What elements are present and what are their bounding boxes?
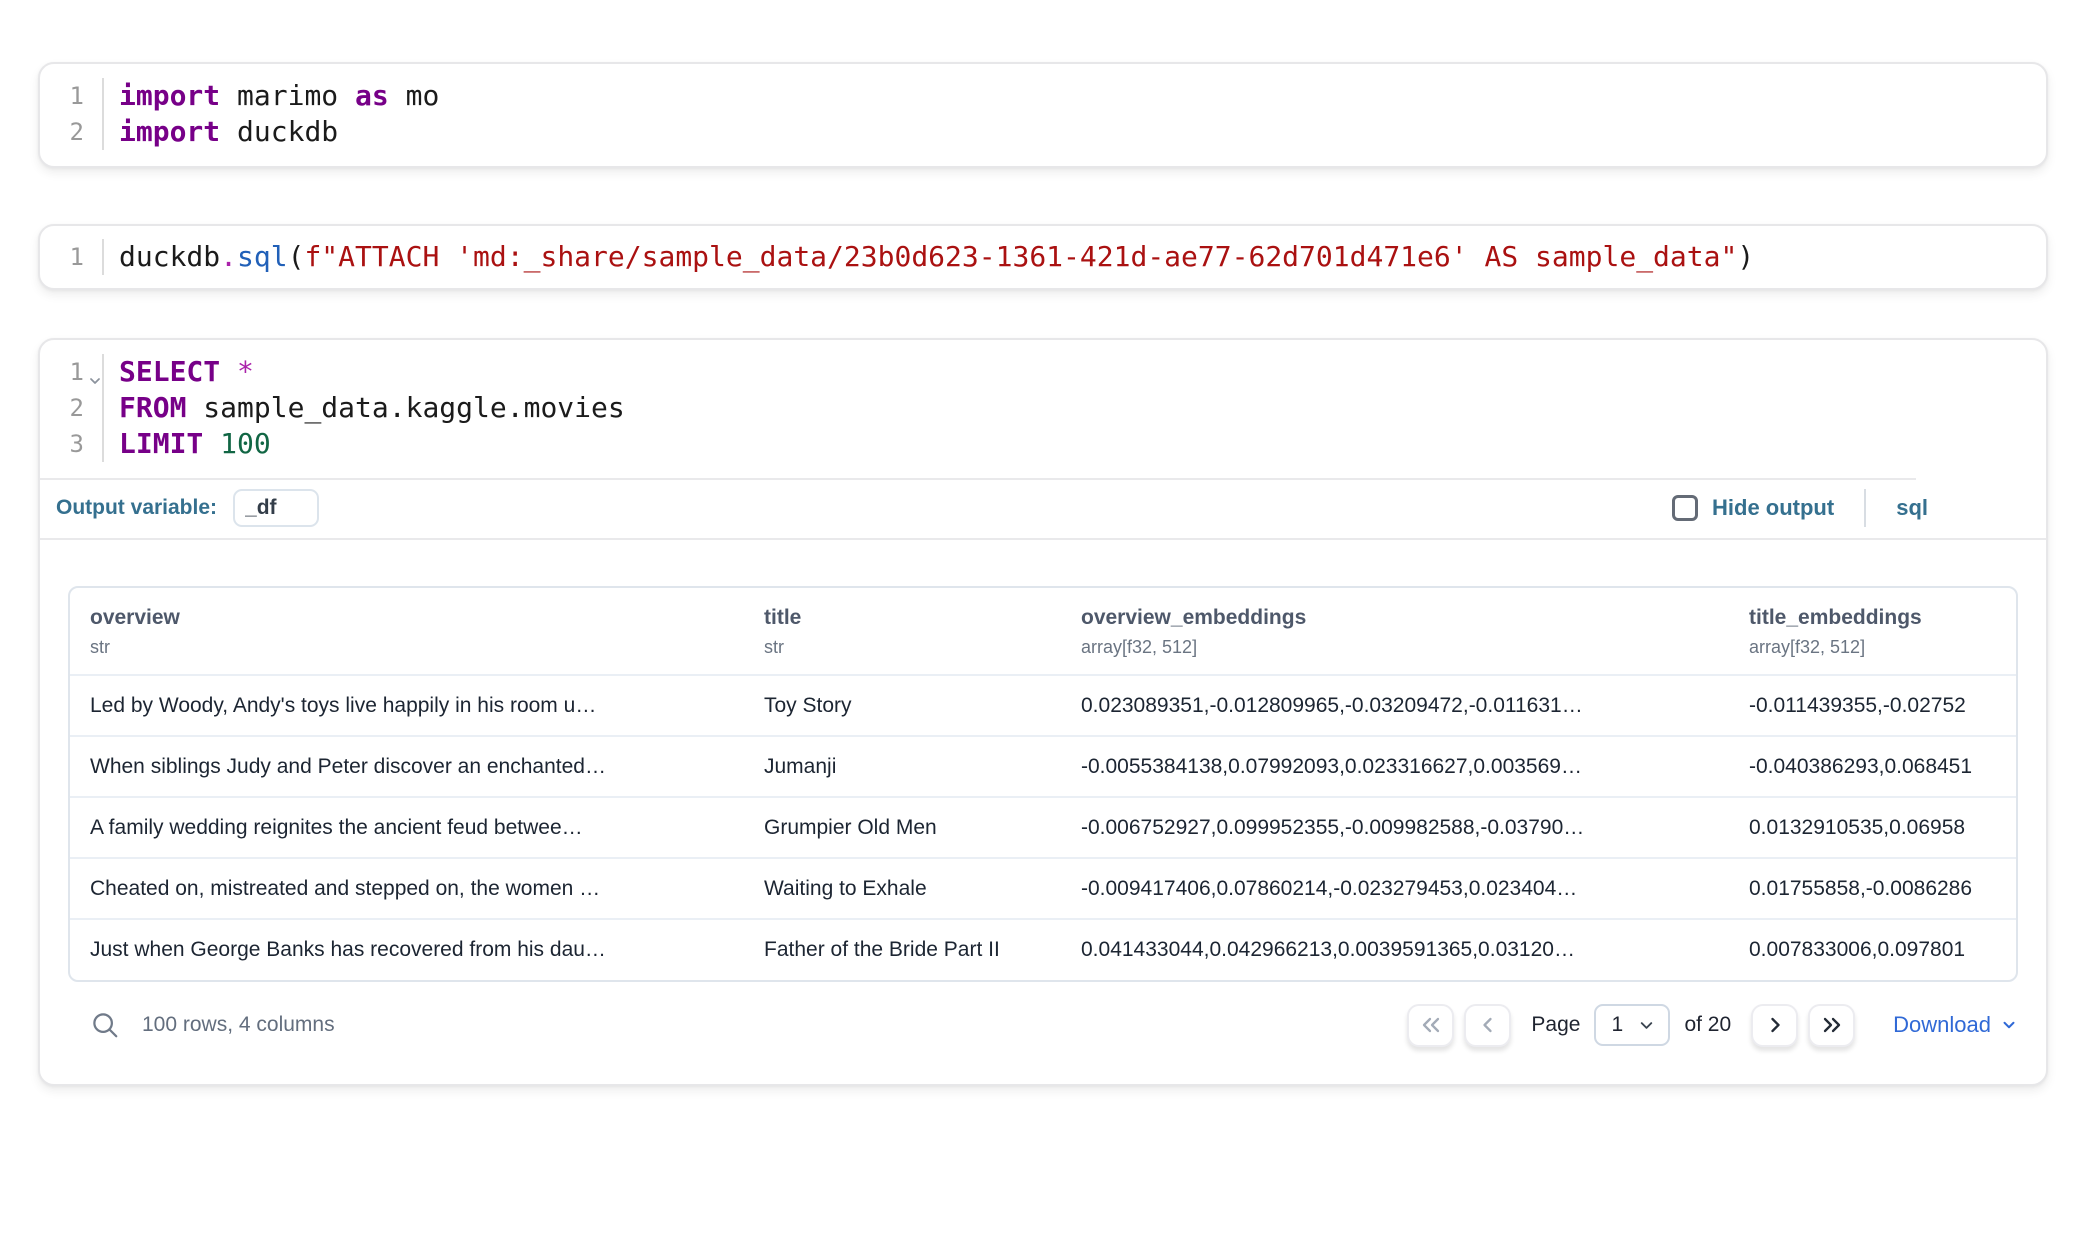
table-cell: Father of the Bride Part II <box>744 919 1061 980</box>
column-name: overview_embeddings <box>1081 606 1729 630</box>
table-cell: 0.023089351,-0.012809965,-0.03209472,-0.… <box>1061 675 1729 736</box>
output-variable-label: Output variable: <box>56 496 217 520</box>
code-text[interactable]: import marimo as moimport duckdb <box>104 78 439 150</box>
column-dtype: str <box>764 637 1061 658</box>
table-row: Cheated on, mistreated and stepped on, t… <box>70 858 2016 919</box>
table-cell: Jumanji <box>744 736 1061 797</box>
page-select-value: 1 <box>1611 1013 1623 1037</box>
code-text[interactable]: duckdb.sql(f"ATTACH 'md:_share/sample_da… <box>104 239 1754 275</box>
table-cell: 0.041433044,0.042966213,0.0039591365,0.0… <box>1061 919 1729 980</box>
table-cell: Waiting to Exhale <box>744 858 1061 919</box>
table-footer: 100 rows, 4 columns <box>68 1002 2018 1048</box>
chevrons-left-icon <box>1419 1013 1443 1037</box>
line-number-gutter: 12 <box>40 78 104 150</box>
cell-output: overview str title str overview_embeddingsar… <box>40 540 2046 1084</box>
marimo-notebook: 12import marimo as moimport duckdb 1duck… <box>0 62 2086 1086</box>
line-number: 1 <box>40 78 102 114</box>
table-row: When siblings Judy and Peter discover an… <box>70 736 2016 797</box>
column-name: title_embeddings <box>1749 606 2016 630</box>
table-cell: Just when George Banks has recovered fro… <box>70 919 744 980</box>
code-line[interactable]: SELECT * <box>119 354 625 390</box>
sql-cell-toolbar: Output variable: Hide output sql <box>40 478 2046 540</box>
chevron-down-icon <box>2000 1016 2018 1034</box>
line-number: 2 <box>40 390 102 426</box>
table-row: Led by Woody, Andy's toys live happily i… <box>70 675 2016 736</box>
table-cell: Led by Woody, Andy's toys live happily i… <box>70 675 744 736</box>
line-number-gutter: 1 <box>40 239 104 275</box>
code-line[interactable]: LIMIT 100 <box>119 426 625 462</box>
sql-cell: 123SELECT *FROM sample_data.kaggle.movie… <box>38 338 2048 1086</box>
previous-page-button[interactable] <box>1464 1004 1511 1047</box>
table-cell: Grumpier Old Men <box>744 797 1061 858</box>
chevron-right-icon <box>1763 1013 1787 1037</box>
table-row: A family wedding reignites the ancient f… <box>70 797 2016 858</box>
column-header[interactable]: overview_embeddings array[f32, 512] <box>1061 588 1729 675</box>
table-cell: 0.01755858,-0.0086286 <box>1729 858 2016 919</box>
chevron-left-icon <box>1476 1013 1500 1037</box>
code-text[interactable]: SELECT *FROM sample_data.kaggle.moviesLI… <box>104 354 625 462</box>
code-editor[interactable]: 1 duckdb.sql(f"ATTACH 'md:_share/sample_d… <box>40 226 2046 288</box>
table-cell: 0.0132910535,0.06958 <box>1729 797 2016 858</box>
hide-output-checkbox[interactable] <box>1672 495 1698 521</box>
page-label: Page <box>1531 1013 1580 1037</box>
table-cell: -0.0055384138,0.07992093,0.023316627,0.0… <box>1061 736 1729 797</box>
hide-output-label[interactable]: Hide output <box>1712 495 1834 521</box>
line-number: 1 <box>40 354 102 390</box>
next-page-button[interactable] <box>1751 1004 1798 1047</box>
code-line[interactable]: FROM sample_data.kaggle.movies <box>119 390 625 426</box>
code-line[interactable]: import duckdb <box>119 114 439 150</box>
search-icon[interactable] <box>90 1010 120 1040</box>
column-name: overview <box>90 606 744 630</box>
column-header[interactable]: title str <box>744 588 1061 675</box>
table-cell: 0.007833006,0.097801 <box>1729 919 2016 980</box>
column-header[interactable]: overview str <box>70 588 744 675</box>
line-number-gutter: 123 <box>40 354 104 462</box>
line-number: 1 <box>40 239 102 275</box>
code-editor[interactable]: 123SELECT *FROM sample_data.kaggle.movie… <box>40 340 2046 478</box>
output-variable-input[interactable] <box>233 489 319 527</box>
line-number: 3 <box>40 426 102 462</box>
code-line[interactable]: import marimo as mo <box>119 78 439 114</box>
table-cell: A family wedding reignites the ancient f… <box>70 797 744 858</box>
row-count-text: 100 rows, 4 columns <box>142 1013 335 1037</box>
table-header-row: overview str title str overview_embeddingsar… <box>70 588 2016 675</box>
toolbar-divider <box>1864 489 1866 527</box>
download-label: Download <box>1893 1012 1991 1038</box>
page-select[interactable]: 1 <box>1594 1004 1670 1046</box>
dataframe-table: overview str title str overview_embeddingsar… <box>68 586 2018 982</box>
table-row: Just when George Banks has recovered fro… <box>70 919 2016 980</box>
table-cell: -0.040386293,0.068451 <box>1729 736 2016 797</box>
table-cell: -0.011439355,-0.02752 <box>1729 675 2016 736</box>
language-label[interactable]: sql <box>1896 495 1928 521</box>
table-cell: -0.006752927,0.099952355,-0.009982588,-0… <box>1061 797 1729 858</box>
code-editor[interactable]: 12import marimo as moimport duckdb <box>40 64 2046 166</box>
code-cell-attach: 1 duckdb.sql(f"ATTACH 'md:_share/sample_d… <box>38 224 2048 290</box>
last-page-button[interactable] <box>1808 1004 1855 1047</box>
table-cell: Toy Story <box>744 675 1061 736</box>
line-number: 2 <box>40 114 102 150</box>
first-page-button[interactable] <box>1407 1004 1454 1047</box>
code-line[interactable]: duckdb.sql(f"ATTACH 'md:_share/sample_da… <box>119 239 1754 275</box>
chevrons-right-icon <box>1820 1013 1844 1037</box>
table-cell: -0.009417406,0.07860214,-0.023279453,0.0… <box>1061 858 1729 919</box>
column-dtype: array[f32, 512] <box>1081 637 1729 658</box>
table-cell: When siblings Judy and Peter discover an… <box>70 736 744 797</box>
column-dtype: array[f32, 512] <box>1749 637 2016 658</box>
column-header[interactable]: title_embeddings array[f32, 512] <box>1729 588 2016 675</box>
download-button[interactable]: Download <box>1893 1012 2018 1038</box>
code-cell-imports: 12import marimo as moimport duckdb <box>38 62 2048 168</box>
table-cell: Cheated on, mistreated and stepped on, t… <box>70 858 744 919</box>
chevron-down-icon <box>1637 1016 1656 1035</box>
column-dtype: str <box>90 637 744 658</box>
page-total-text: of 20 <box>1684 1013 1731 1037</box>
column-name: title <box>764 606 1061 630</box>
